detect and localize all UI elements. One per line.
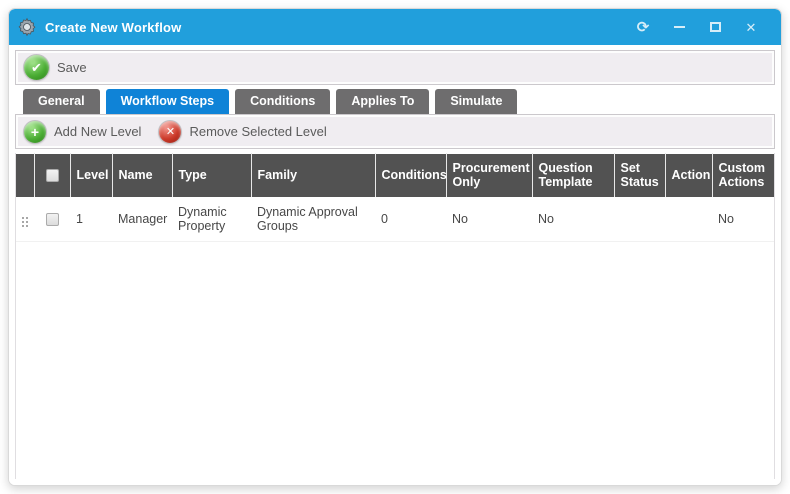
tab-bar: General Workflow Steps Conditions Applie… — [15, 85, 775, 114]
header-level[interactable]: Level — [70, 154, 112, 197]
cell-set-status — [614, 197, 665, 242]
save-button[interactable]: ✔ Save — [24, 55, 87, 80]
tab-general[interactable]: General — [23, 89, 100, 114]
header-name[interactable]: Name — [112, 154, 172, 197]
remove-selected-level-button[interactable]: ✕ Remove Selected Level — [159, 121, 326, 143]
window-controls: ⟳ ✕ — [635, 19, 771, 35]
row-select-cell — [34, 197, 70, 242]
levels-table: Level Name Type Family Conditions Procur… — [16, 153, 774, 242]
level-toolbar: + Add New Level ✕ Remove Selected Level — [15, 114, 775, 149]
cell-custom-actions: No — [712, 197, 774, 242]
table-row[interactable]: 1 Manager Dynamic Property Dynamic Appro… — [16, 197, 774, 242]
save-button-label: Save — [57, 60, 87, 75]
cell-name: Manager — [112, 197, 172, 242]
cell-conditions: 0 — [375, 197, 446, 242]
tab-conditions[interactable]: Conditions — [235, 89, 330, 114]
header-question-template[interactable]: Question Template — [532, 154, 614, 197]
header-select-all[interactable] — [34, 154, 70, 197]
row-checkbox[interactable] — [46, 213, 59, 226]
workflow-steps-grid: Level Name Type Family Conditions Procur… — [15, 153, 775, 479]
header-family[interactable]: Family — [251, 154, 375, 197]
table-header-row: Level Name Type Family Conditions Procur… — [16, 154, 774, 197]
header-type[interactable]: Type — [172, 154, 251, 197]
close-button[interactable]: ✕ — [743, 19, 759, 35]
dialog-content: ✔ Save General Workflow Steps Conditions… — [9, 45, 781, 485]
tab-simulate[interactable]: Simulate — [435, 89, 517, 114]
header-procurement-only[interactable]: Procurement Only — [446, 154, 532, 197]
add-new-level-button[interactable]: + Add New Level — [24, 121, 141, 143]
header-action[interactable]: Action — [665, 154, 712, 197]
row-drag-cell — [16, 197, 34, 242]
header-drag-column — [16, 154, 34, 197]
cell-action — [665, 197, 712, 242]
cell-type: Dynamic Property — [172, 197, 251, 242]
window-title: Create New Workflow — [45, 20, 181, 35]
save-toolbar: ✔ Save — [15, 50, 775, 85]
gear-icon — [17, 17, 37, 37]
cell-family: Dynamic Approval Groups — [251, 197, 375, 242]
remove-x-icon: ✕ — [159, 121, 181, 143]
add-new-level-label: Add New Level — [54, 124, 141, 139]
titlebar: Create New Workflow ⟳ ✕ — [9, 9, 781, 45]
add-plus-icon: + — [24, 121, 46, 143]
header-conditions[interactable]: Conditions — [375, 154, 446, 197]
cell-question-template: No — [532, 197, 614, 242]
maximize-button[interactable] — [707, 19, 723, 35]
refresh-icon[interactable]: ⟳ — [635, 19, 651, 35]
cell-procurement-only: No — [446, 197, 532, 242]
header-set-status[interactable]: Set Status — [614, 154, 665, 197]
minimize-button[interactable] — [671, 19, 687, 35]
drag-handle-icon[interactable] — [22, 217, 30, 229]
remove-selected-level-label: Remove Selected Level — [189, 124, 326, 139]
save-check-icon: ✔ — [24, 55, 49, 80]
tab-workflow-steps[interactable]: Workflow Steps — [106, 89, 230, 114]
header-custom-actions[interactable]: Custom Actions — [712, 154, 774, 197]
create-workflow-dialog: Create New Workflow ⟳ ✕ ✔ Save General W… — [8, 8, 782, 486]
cell-level: 1 — [70, 197, 112, 242]
tab-applies-to[interactable]: Applies To — [336, 89, 429, 114]
select-all-checkbox[interactable] — [46, 169, 59, 182]
